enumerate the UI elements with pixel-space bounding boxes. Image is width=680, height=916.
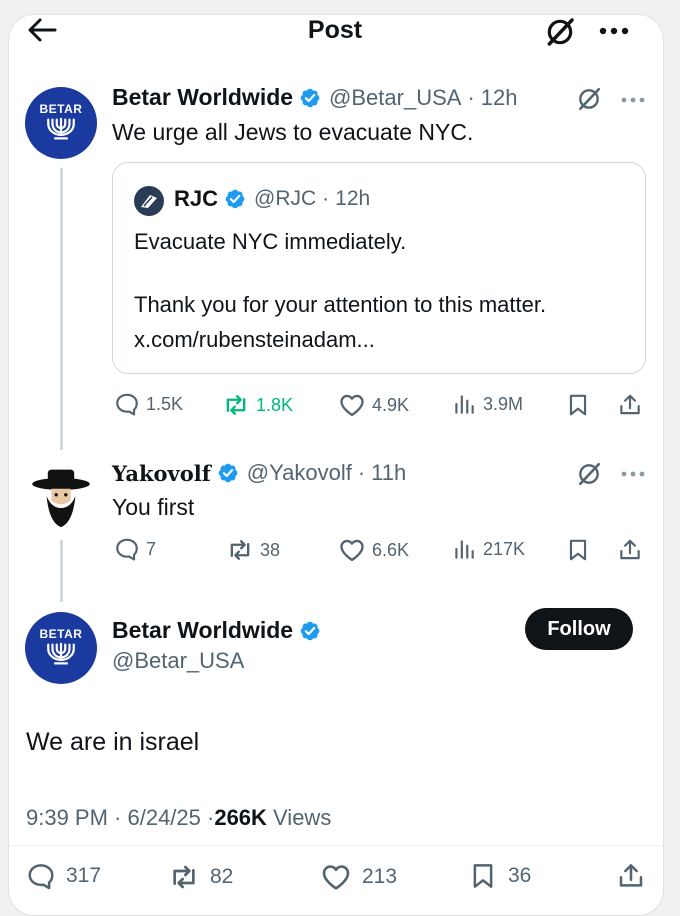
tweet-time[interactable]: 11h	[371, 460, 406, 486]
tweet-text: We urge all Jews to evacuate NYC.	[112, 119, 474, 145]
author-name[interactable]: Betar Worldwide	[112, 617, 293, 644]
tweet-header: Betar Worldwide @Betar_USA · 12h	[112, 84, 518, 111]
verified-badge-icon	[299, 87, 321, 109]
author-handle[interactable]: @Yakovolf	[247, 460, 352, 486]
repost-count: 1.8K	[256, 394, 294, 415]
views-count: 3.9M	[483, 393, 524, 414]
repost-icon	[222, 391, 250, 419]
tweet-timestamp[interactable]: 9:39 PM · 6/24/25 ·	[26, 805, 214, 831]
tweet-meta: 9:39 PM · 6/24/25 · 266K Views	[26, 805, 331, 831]
repost-button[interactable]: 1.8K	[222, 391, 293, 419]
more-icon[interactable]	[598, 26, 632, 36]
views-count: 217K	[483, 538, 526, 559]
like-button[interactable]: 213	[320, 861, 397, 893]
repost-count: 82	[210, 865, 234, 888]
bookmark-icon	[468, 861, 498, 891]
reply-count: 7	[146, 538, 157, 559]
avatar-label: BETAR	[39, 102, 83, 116]
menorah-icon	[44, 116, 78, 142]
like-count: 213	[362, 865, 398, 888]
reply-count: 317	[66, 864, 102, 887]
author-name[interactable]: Yakovolf	[112, 461, 211, 486]
views-icon	[451, 536, 477, 562]
tweet-text: We are in israel	[26, 728, 200, 756]
author-handle[interactable]: @Betar_USA	[112, 648, 244, 674]
grok-icon[interactable]	[576, 86, 602, 112]
quote-text-line: Thank you for your attention to this mat…	[134, 292, 547, 317]
repost-icon	[168, 861, 200, 893]
author-handle: @RJC	[254, 187, 317, 210]
quote-text-line: Evacuate NYC immediately.	[134, 229, 407, 254]
author-name[interactable]: Betar Worldwide	[112, 84, 293, 111]
reply-icon	[114, 536, 140, 562]
bookmark-button[interactable]: 36	[468, 861, 531, 891]
avatar[interactable]: BETAR	[25, 612, 97, 684]
share-icon[interactable]	[617, 537, 643, 563]
bookmark-icon[interactable]	[565, 537, 591, 563]
bookmark-icon[interactable]	[565, 392, 591, 418]
divider	[10, 845, 662, 846]
like-button[interactable]: 6.6K	[338, 536, 409, 564]
grok-icon[interactable]	[576, 461, 602, 487]
page-title: Post	[307, 16, 363, 44]
avatar[interactable]: BETAR	[25, 87, 97, 159]
reply-button[interactable]: 7	[114, 536, 156, 562]
thread-line	[60, 540, 63, 602]
tweet-time[interactable]: 12h	[481, 85, 518, 111]
quote-header: RJC @RJC · 12h	[174, 186, 371, 211]
more-icon[interactable]	[620, 470, 646, 478]
avatar-label: BETAR	[39, 627, 83, 641]
like-count: 4.9K	[372, 394, 410, 415]
tweet-header: Yakovolf @Yakovolf · 11h	[112, 460, 407, 486]
follow-button[interactable]: Follow	[525, 608, 633, 650]
bookmark-count: 36	[508, 864, 532, 887]
reply-button[interactable]: 317	[26, 861, 101, 891]
tweet-time: 12h	[335, 187, 371, 210]
arrow-left-icon[interactable]	[26, 16, 58, 44]
author-handle[interactable]: @Betar_USA	[329, 85, 461, 111]
like-count: 6.6K	[372, 539, 410, 560]
heart-icon	[320, 861, 352, 893]
views-button[interactable]: 217K	[451, 536, 525, 562]
heart-icon	[338, 536, 366, 564]
thread-line	[60, 168, 63, 450]
verified-badge-icon	[217, 462, 239, 484]
reply-count: 1.5K	[146, 393, 184, 414]
repost-button[interactable]: 38	[226, 536, 280, 564]
views-label: Views	[266, 805, 332, 830]
views-button[interactable]: 3.9M	[451, 391, 523, 417]
quote-link[interactable]: x.com/rubensteinadam...	[134, 327, 375, 353]
reply-icon	[114, 391, 140, 417]
more-icon[interactable]	[620, 96, 646, 104]
share-icon[interactable]	[617, 392, 643, 418]
repost-count: 38	[260, 539, 281, 560]
repost-icon	[226, 536, 254, 564]
share-icon[interactable]	[616, 861, 646, 891]
grok-icon[interactable]	[544, 16, 576, 48]
views-icon	[451, 391, 477, 417]
verified-badge-icon	[224, 188, 246, 210]
like-button[interactable]: 4.9K	[338, 391, 409, 419]
heart-icon	[338, 391, 366, 419]
menorah-icon	[44, 641, 78, 667]
tweet-text: You first	[112, 494, 195, 520]
avatar[interactable]	[134, 186, 164, 216]
avatar[interactable]	[25, 460, 97, 532]
reply-icon	[26, 861, 56, 891]
reply-button[interactable]: 1.5K	[114, 391, 183, 417]
verified-badge-icon	[299, 620, 321, 642]
author-name: RJC	[174, 186, 219, 211]
repost-button[interactable]: 82	[168, 861, 233, 893]
author-row: Betar Worldwide	[112, 617, 321, 644]
views-count: 266K	[214, 805, 267, 830]
